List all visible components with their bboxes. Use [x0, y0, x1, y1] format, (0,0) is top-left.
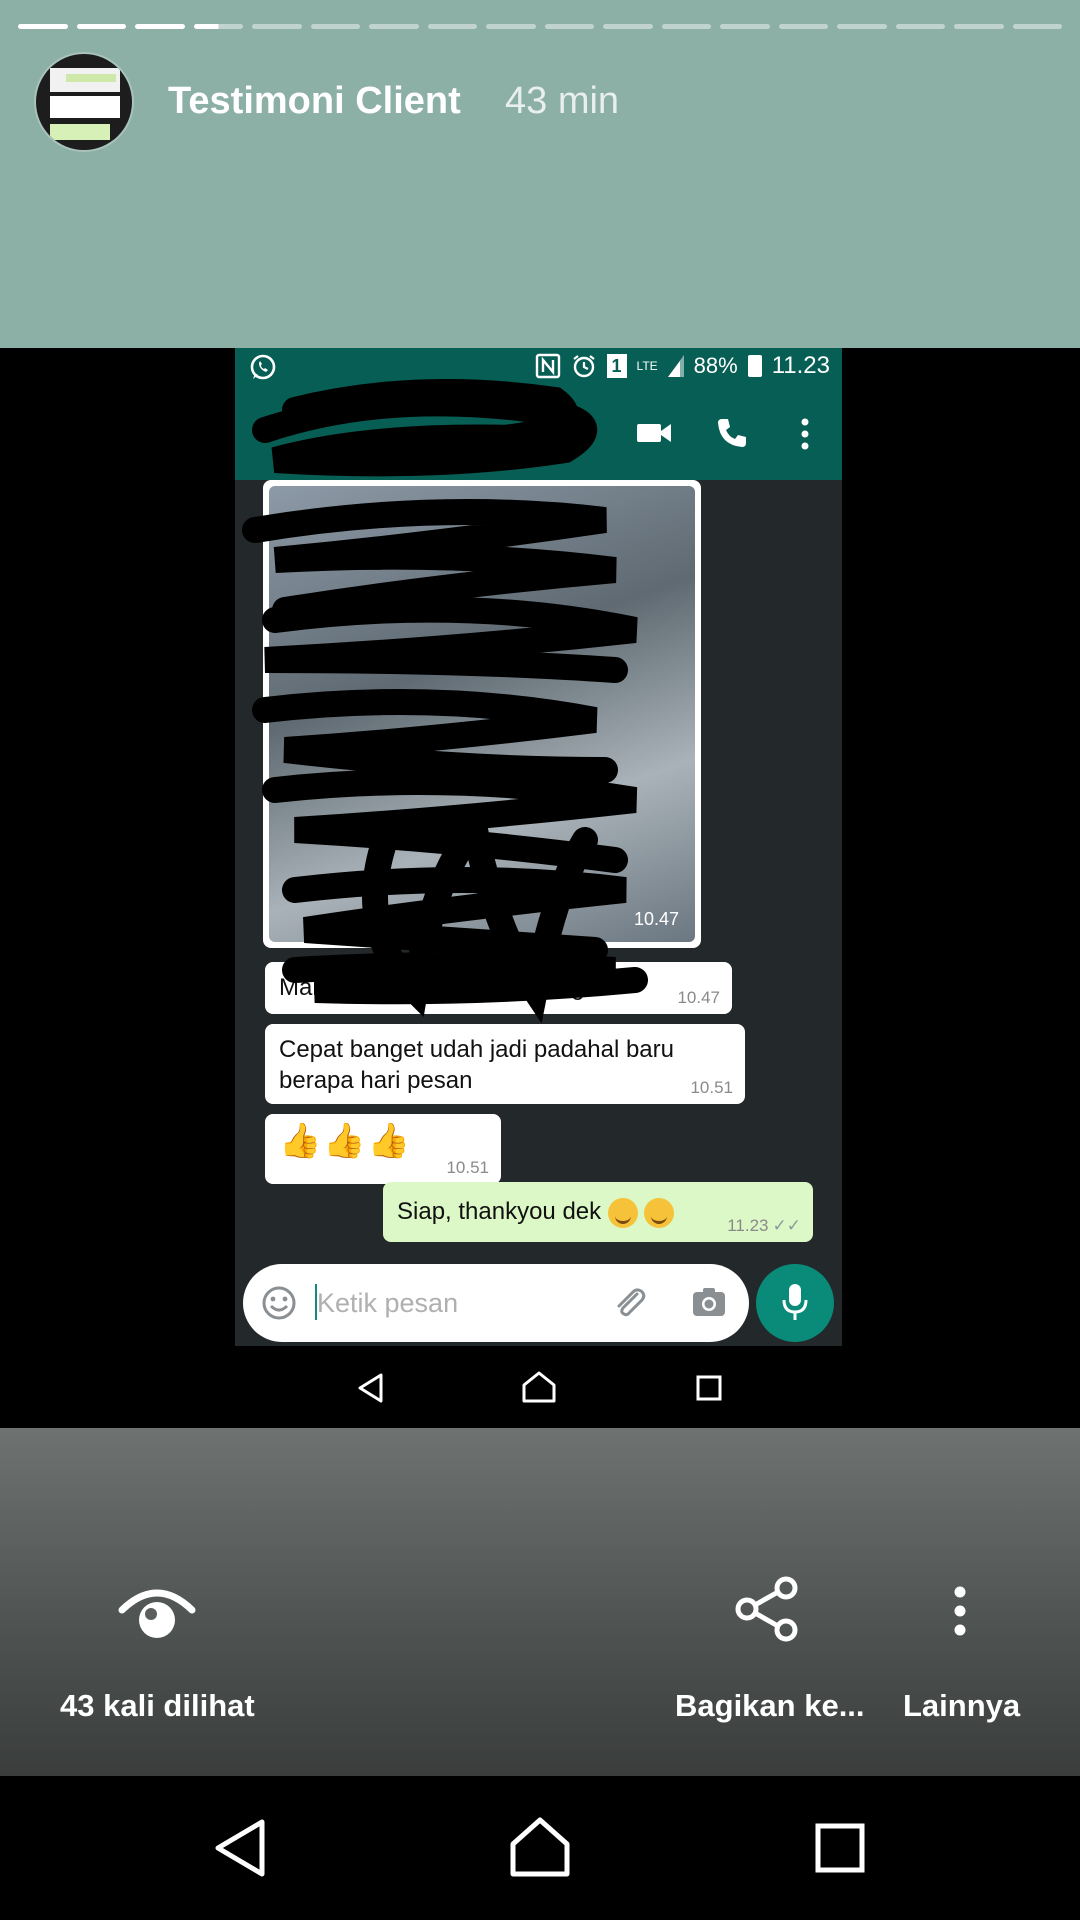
progress-segment	[18, 24, 68, 29]
progress-segment	[310, 24, 360, 29]
progress-segment	[661, 24, 711, 29]
story-time: 43 min	[505, 80, 620, 122]
eye-icon[interactable]	[118, 1584, 196, 1642]
progress-segment	[837, 24, 887, 29]
story-screenshot: 1 LTE 88% 11.23 10.47 Makasih kak aplika…	[235, 348, 842, 1346]
story-header: Testimoni Client 43 min	[0, 0, 1080, 348]
thumbs-up-emoji: 👍👍👍	[279, 1122, 413, 1160]
progress-segment	[193, 24, 243, 29]
smile-emoji	[644, 1197, 675, 1228]
emoji-icon[interactable]	[261, 1285, 297, 1321]
progress-segment	[76, 24, 126, 29]
avatar[interactable]	[36, 54, 132, 150]
progress-segment	[1012, 24, 1062, 29]
smile-emoji	[607, 1197, 638, 1228]
recents-icon[interactable]	[814, 1822, 866, 1874]
back-icon	[358, 1373, 383, 1403]
progress-segment	[544, 24, 594, 29]
message-bubble-outgoing[interactable]: Siap, thankyou dek 11.23 ✓✓	[383, 1182, 813, 1242]
message-time-wrap: 11.23 ✓✓	[727, 1216, 801, 1236]
mic-button[interactable]	[756, 1264, 834, 1342]
progress-segment	[720, 24, 770, 29]
view-count[interactable]: 43 kali dilihat	[60, 1688, 255, 1724]
camera-icon[interactable]	[691, 1286, 727, 1318]
share-icon[interactable]	[734, 1576, 800, 1642]
progress-segment	[135, 24, 185, 29]
attach-icon[interactable]	[611, 1284, 649, 1322]
message-time: 10.51	[446, 1158, 489, 1177]
more-options-icon[interactable]	[953, 1586, 967, 1636]
chat-area: 10.47 Makasih kak aplikasinya bagus 10.4…	[235, 379, 842, 1258]
message-text: Siap, thankyou dek	[397, 1198, 602, 1225]
input-placeholder: Ketik pesan	[317, 1288, 459, 1318]
story-actions-panel: 43 kali dilihat Bagikan ke... Lainnya	[0, 1428, 1080, 1776]
progress-segment	[369, 24, 419, 29]
message-text-wrap: Siap, thankyou dek	[397, 1196, 675, 1228]
story-title[interactable]: Testimoni Client	[168, 80, 461, 123]
progress-segment	[603, 24, 653, 29]
read-check-icon: ✓✓	[772, 1216, 802, 1235]
progress-segment	[778, 24, 828, 29]
home-icon	[522, 1371, 556, 1403]
progress-segment	[252, 24, 302, 29]
system-nav-bar	[0, 1776, 1080, 1920]
progress-segment	[486, 24, 536, 29]
story-progress-bar	[18, 24, 1062, 29]
message-input-bar: Ketik pesan	[235, 1258, 842, 1346]
message-input[interactable]: Ketik pesan	[243, 1264, 749, 1342]
share-button-label[interactable]: Bagikan ke...	[675, 1688, 865, 1724]
screenshot-nav-bar	[235, 1346, 842, 1428]
message-time: 11.23	[727, 1216, 769, 1235]
back-icon[interactable]	[212, 1818, 268, 1878]
mic-icon	[782, 1284, 808, 1320]
progress-segment	[427, 24, 477, 29]
home-icon[interactable]	[508, 1816, 572, 1878]
progress-segment	[954, 24, 1004, 29]
recents-icon	[696, 1375, 722, 1401]
privacy-scribble	[242, 379, 648, 1024]
progress-segment	[895, 24, 945, 29]
more-options-label[interactable]: Lainnya	[903, 1688, 1020, 1724]
